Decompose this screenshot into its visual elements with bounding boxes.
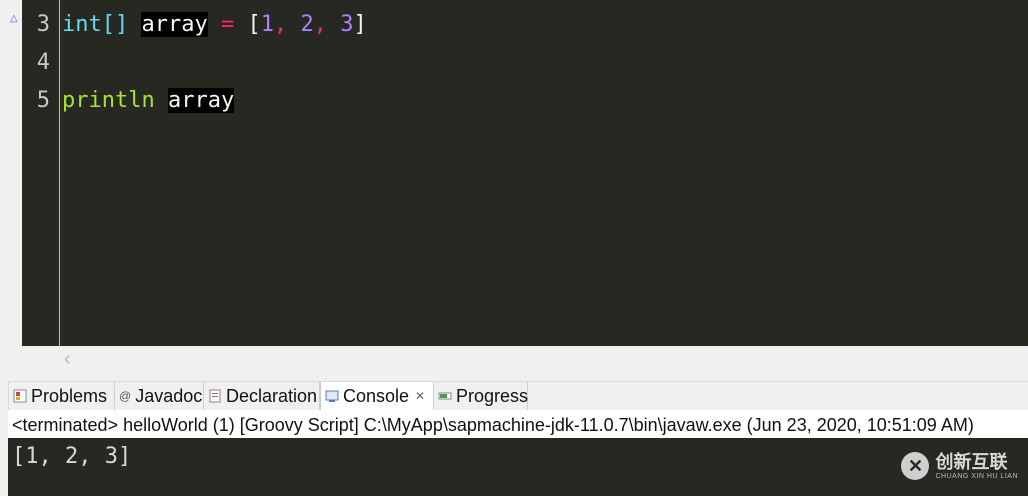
progress-icon [438,389,452,403]
token-identifier-highlighted: array [141,12,208,37]
watermark-sub-text: CHUANG XIN HU LIAN [935,472,1018,480]
tab-label: Progress [456,385,529,406]
tab-label: Declaration [226,385,318,406]
fold-collapse-icon[interactable]: △ [10,14,18,24]
tab-javadoc[interactable]: @ Javadoc [115,382,204,410]
token-number: 1 [260,12,274,37]
close-icon[interactable]: ✕ [415,389,425,403]
console-output-area[interactable]: [1, 2, 3] ✕ 创新互联 CHUANG XIN HU LIAN [8,438,1028,496]
tab-progress[interactable]: Progress [434,382,528,410]
token-comma: , [313,12,327,37]
code-line[interactable]: int[] array = [1, 2, 3] [62,6,367,44]
line-number-ruler: 3 4 5 [22,0,59,346]
tab-label: Problems [31,385,108,406]
tab-label: Javadoc [135,385,203,406]
token-comma: , [273,12,288,37]
watermark-logo-icon: ✕ [901,452,930,480]
annotation-ruler: △ [0,0,22,346]
token-bracket: ] [353,12,367,37]
watermark: ✕ 创新互联 CHUANG XIN HU LIAN [901,452,1018,480]
tab-label: Console [343,385,410,406]
console-output: [1, 2, 3] [12,444,132,469]
line-number: 4 [36,50,50,75]
token-type: int[] [62,12,129,37]
token-number: 2 [300,12,314,37]
watermark-main-text: 创新互联 [935,451,1008,472]
token-number: 3 [340,12,354,37]
tab-console[interactable]: Console ✕ [320,382,434,410]
code-area[interactable]: int[] array = [1, 2, 3] println array [60,0,1028,346]
token-function: println [62,88,155,113]
console-status-line: <terminated> helloWorld (1) [Groovy Scri… [8,410,1028,438]
console-icon [325,389,339,403]
line-number: 5 [36,88,50,113]
token-bracket: [ [247,12,261,37]
line-number: 3 [36,12,50,37]
scroll-left-icon[interactable]: ‹ [64,348,71,371]
tab-declaration[interactable]: Declaration [204,382,320,410]
problems-icon [13,389,27,403]
token-operator: = [220,12,235,37]
code-editor[interactable]: △ 3 4 5 int[] array = [1, 2, 3] println … [0,0,1028,375]
javadoc-icon: @ [119,389,132,403]
view-tab-bar: Problems @ Javadoc Declaration Console ✕… [8,381,1028,411]
declaration-icon [208,389,222,403]
tab-problems[interactable]: Problems [9,382,115,410]
code-line[interactable]: println array [62,82,235,120]
horizontal-scrollbar[interactable]: ‹ [60,346,1028,375]
token-identifier-highlighted: array [167,88,235,113]
